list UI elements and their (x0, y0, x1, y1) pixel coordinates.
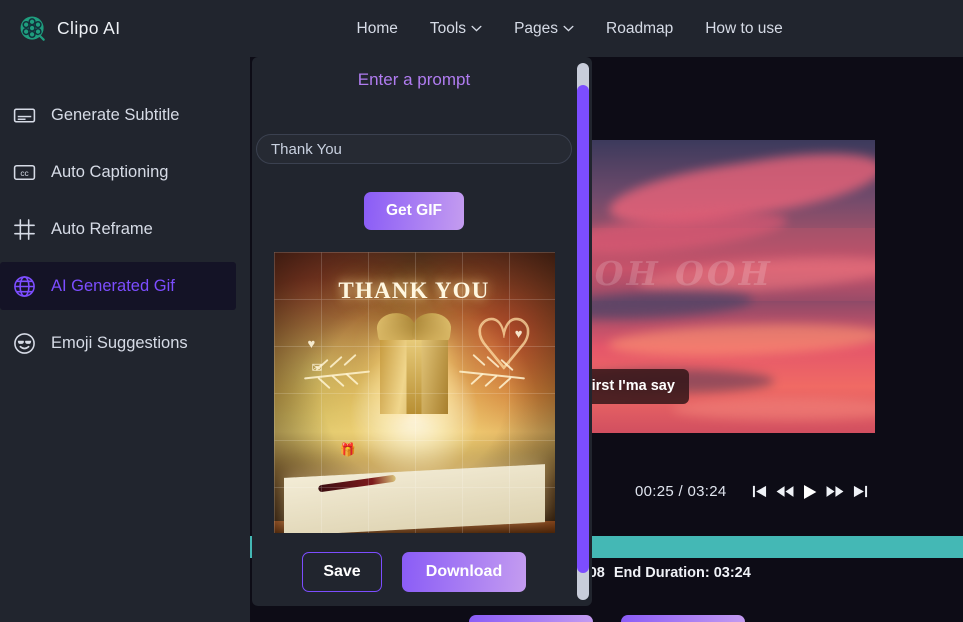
nav-item-roadmap-label: Roadmap (606, 19, 674, 37)
sidebar-item-emoji-suggestions[interactable]: Emoji Suggestions (0, 319, 250, 367)
svg-text:cc: cc (20, 167, 28, 177)
closed-caption-icon: cc (13, 164, 36, 180)
chevron-down-icon (471, 25, 482, 32)
sidebar-item-label: Generate Subtitle (51, 105, 180, 124)
sidebar-item-generate-subtitle[interactable]: Generate Subtitle (0, 91, 250, 139)
prompt-title: Enter a prompt (357, 70, 471, 89)
app-root: Clipo AI Home Tools Pages Roadmap How to… (0, 0, 963, 622)
play-icon[interactable] (803, 484, 817, 500)
gif-preview[interactable]: ♡ ♥ ♥ ✉ 🎁 (273, 252, 555, 533)
playback-buttons (752, 484, 868, 500)
skip-to-end-icon[interactable] (853, 484, 868, 499)
player-controls: 00:25 / 03:24 (635, 483, 868, 500)
nav-item-tools[interactable]: Tools (430, 20, 482, 38)
top-navigation-bar: Clipo AI Home Tools Pages Roadmap How to… (0, 0, 963, 57)
modal-content: Enter a prompt Get GIF ♡ ♥ ♥ ✉ 🎁 (252, 57, 576, 606)
video-preview[interactable]: OOH OOH ngs first I'ma say (585, 140, 875, 433)
nav-item-tools-label: Tools (429, 19, 467, 37)
nav-item-how-to-use-label: How to use (705, 19, 783, 37)
sidebar-item-auto-reframe[interactable]: Auto Reframe (0, 205, 250, 253)
video-caption-overlay: ngs first I'ma say (585, 369, 689, 404)
sidebar-item-auto-captioning[interactable]: cc Auto Captioning (0, 148, 250, 196)
subtitle-icon (13, 107, 36, 123)
save-button[interactable]: Save (302, 552, 382, 592)
modal-footer: Save Download (302, 552, 526, 592)
get-gif-button[interactable]: Get GIF (364, 192, 464, 230)
nav-item-roadmap[interactable]: Roadmap (606, 20, 673, 38)
skip-to-start-icon[interactable] (752, 484, 767, 499)
nav-item-home[interactable]: Home (357, 20, 398, 38)
nav-item-pages[interactable]: Pages (514, 20, 574, 38)
sidebar-item-label: Emoji Suggestions (51, 333, 188, 352)
sidebar-item-label: Auto Captioning (51, 162, 169, 181)
sidebar-item-ai-generated-gif[interactable]: AI Generated Gif (0, 262, 236, 310)
bottom-action-buttons (250, 615, 963, 622)
sidebar-item-label: Auto Reframe (51, 219, 153, 238)
bottom-action-button-2[interactable] (620, 615, 745, 622)
brand-logo[interactable]: Clipo AI (18, 16, 121, 42)
modal-scrollbar-thumb[interactable] (577, 85, 589, 573)
chevron-down-icon (563, 25, 574, 32)
ai-gif-modal: Enter a prompt Get GIF ♡ ♥ ♥ ✉ 🎁 (252, 57, 592, 606)
sidebar: Generate Subtitle cc Auto Captioning Aut… (0, 57, 250, 622)
prompt-input[interactable] (256, 134, 572, 164)
rewind-icon[interactable] (776, 484, 794, 499)
nav-item-home-label: Home (356, 19, 398, 37)
nav-item-pages-label: Pages (514, 19, 559, 37)
player-timecode: 00:25 / 03:24 (635, 483, 727, 500)
video-overlay-text: OOH OOH (585, 254, 773, 293)
smiley-sunglasses-icon (14, 332, 35, 354)
gif-headline-text: THANK YOU (338, 278, 490, 303)
nav-links: Home Tools Pages Roadmap How to use (357, 20, 783, 38)
download-button[interactable]: Download (402, 552, 526, 592)
fast-forward-icon[interactable] (826, 484, 844, 499)
crop-frame-icon (14, 218, 35, 240)
bottom-action-button-1[interactable] (468, 615, 593, 622)
sidebar-item-label: AI Generated Gif (51, 276, 175, 295)
end-duration-label: End Duration: 03:24 (613, 565, 751, 581)
film-reel-icon (18, 16, 48, 42)
nav-item-how-to-use[interactable]: How to use (705, 20, 783, 38)
brand-name: Clipo AI (57, 18, 121, 38)
globe-icon (14, 275, 35, 297)
